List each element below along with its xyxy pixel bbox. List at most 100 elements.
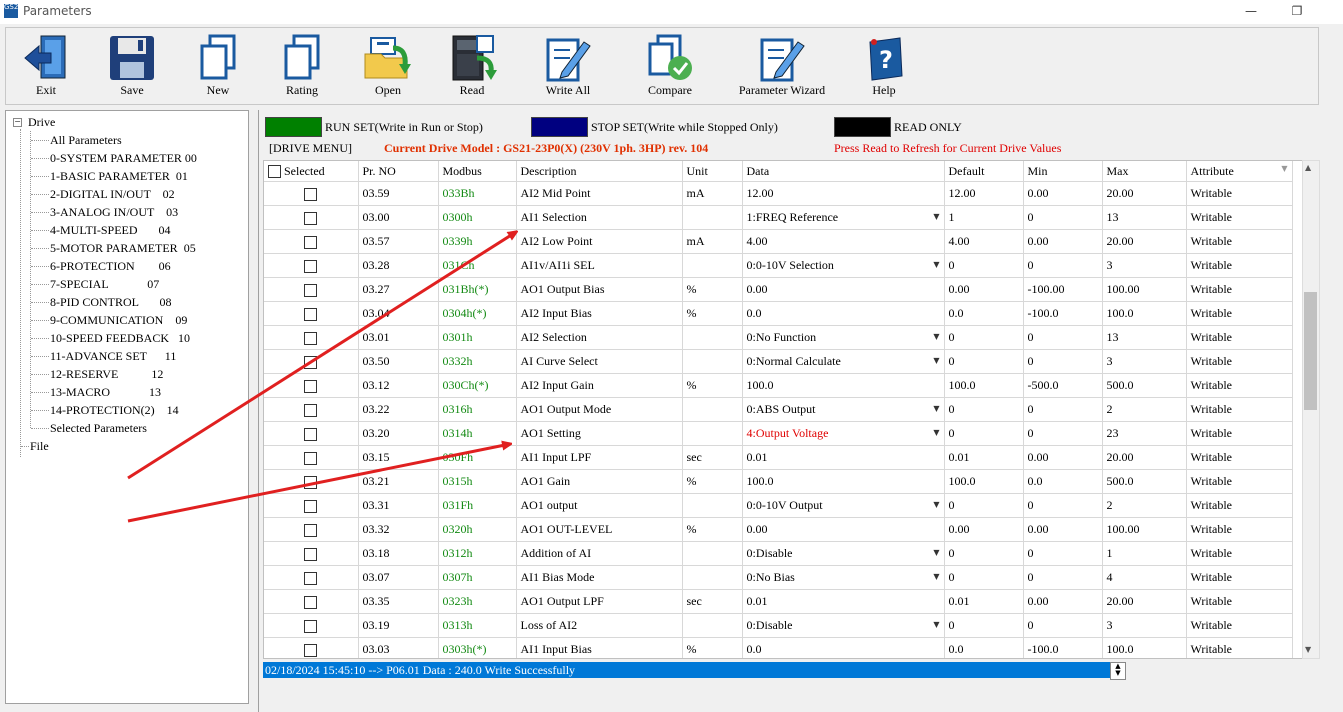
dropdown-arrow-icon[interactable]: ▼ bbox=[933, 212, 939, 221]
row-select-checkbox[interactable] bbox=[304, 283, 318, 297]
row-select-checkbox[interactable] bbox=[304, 379, 318, 393]
table-row[interactable]: 03.57 0339h AI2 Low Point mA 4.00 4.00 0.00 20.… bbox=[264, 229, 1293, 254]
minimize-button[interactable]: — bbox=[1228, 0, 1274, 24]
column-header[interactable]: Unit bbox=[682, 161, 743, 182]
tree-item[interactable]: 2-DIGITAL IN/OUT 02 bbox=[50, 185, 175, 203]
tree-item[interactable]: 9-COMMUNICATION 09 bbox=[50, 311, 187, 329]
help-button[interactable]: ? Help bbox=[848, 30, 920, 102]
row-select-checkbox[interactable] bbox=[304, 547, 318, 561]
row-select-checkbox[interactable] bbox=[304, 475, 318, 489]
column-header[interactable]: Default bbox=[944, 161, 1024, 182]
row-select-checkbox[interactable] bbox=[304, 619, 318, 633]
row-select-checkbox[interactable] bbox=[304, 403, 318, 417]
row-select-checkbox[interactable] bbox=[304, 331, 318, 345]
table-row[interactable]: 03.04 0304h(*) AI2 Input Bias% 0.0 0.0 -100.0… bbox=[264, 301, 1293, 326]
tree-toggle-drive[interactable]: − bbox=[13, 118, 22, 127]
table-row[interactable]: 03.32 0320h AO1 OUT-LEVEL% 0.00 0.00 0.00 100.… bbox=[264, 517, 1293, 542]
tree-item-drive[interactable]: Drive bbox=[28, 113, 55, 131]
new-button[interactable]: New bbox=[182, 30, 254, 102]
parameter-wizard-button[interactable]: Parameter Wizard bbox=[730, 30, 834, 102]
dropdown-arrow-icon[interactable]: ▼ bbox=[933, 332, 939, 341]
table-row[interactable]: 03.20 0314h AO1 Setting 4:Output Voltage ▼ 0 0… bbox=[264, 421, 1293, 446]
table-row[interactable]: 03.59 033Bh AI2 Mid Point mA 12.00 12.00 0.00 2… bbox=[264, 181, 1293, 206]
row-select-checkbox[interactable] bbox=[304, 643, 318, 657]
scroll-up-icon[interactable]: ▲ bbox=[1305, 163, 1311, 172]
data-cell[interactable]: 0:No Bias ▼ bbox=[742, 565, 945, 590]
column-header[interactable]: Data bbox=[742, 161, 945, 182]
data-cell[interactable]: 4.00 bbox=[742, 229, 945, 254]
vertical-scrollbar[interactable]: ▲ ▼ bbox=[1302, 160, 1320, 659]
sort-arrow-icon[interactable]: ▼ bbox=[1281, 164, 1287, 173]
dropdown-arrow-icon[interactable]: ▼ bbox=[933, 572, 939, 581]
restore-button[interactable]: ❐ bbox=[1274, 0, 1320, 24]
dropdown-arrow-icon[interactable]: ▼ bbox=[933, 428, 939, 437]
table-row[interactable]: 03.50 0332h AI Curve Select 0:Normal Calcul… bbox=[264, 349, 1293, 374]
row-select-checkbox[interactable] bbox=[304, 259, 318, 273]
row-select-checkbox[interactable] bbox=[304, 211, 318, 225]
dropdown-arrow-icon[interactable]: ▼ bbox=[933, 356, 939, 365]
table-row[interactable]: 03.31 031Fh AO1 output 0:0-10V Output ▼ 0 0 2 Wr… bbox=[264, 493, 1293, 518]
tree-item[interactable]: 8-PID CONTROL 08 bbox=[50, 293, 172, 311]
read-button[interactable]: Read bbox=[436, 30, 508, 102]
data-cell[interactable]: 0.0 bbox=[742, 301, 945, 326]
tree-item[interactable]: Selected Parameters bbox=[50, 419, 147, 437]
status-spinner[interactable]: ▲ ▼ bbox=[1110, 662, 1126, 680]
open-button[interactable]: Open bbox=[352, 30, 424, 102]
column-header[interactable]: Description bbox=[516, 161, 683, 182]
select-all-checkbox[interactable] bbox=[268, 165, 281, 179]
tree-item[interactable]: 14-PROTECTION(2) 14 bbox=[50, 401, 179, 419]
data-cell[interactable]: 0:Disable ▼ bbox=[742, 613, 945, 638]
row-select-checkbox[interactable] bbox=[304, 523, 318, 537]
table-row[interactable]: 03.21 0315h AO1 Gain% 100.0 100.0 0.0 500.0 Wri… bbox=[264, 469, 1293, 494]
data-cell[interactable]: 0.01 bbox=[742, 589, 945, 614]
column-header[interactable]: Selected bbox=[264, 161, 359, 182]
table-row[interactable]: 03.19 0313h Loss of AI2 0:Disable ▼ 0 0 3 Writab… bbox=[264, 613, 1293, 638]
tree-item[interactable]: 5-MOTOR PARAMETER 05 bbox=[50, 239, 196, 257]
table-row[interactable]: 03.22 0316h AO1 Output Mode 0:ABS Output ▼ 0 0… bbox=[264, 397, 1293, 422]
data-cell[interactable]: 0:0-10V Selection ▼ bbox=[742, 253, 945, 278]
tree-item[interactable]: 13-MACRO 13 bbox=[50, 383, 161, 401]
dropdown-arrow-icon[interactable]: ▼ bbox=[933, 620, 939, 629]
tree-item[interactable]: 11-ADVANCE SET 11 bbox=[50, 347, 176, 365]
data-cell[interactable]: 0:Disable ▼ bbox=[742, 541, 945, 566]
tree-item[interactable]: 0-SYSTEM PARAMETER 00 bbox=[50, 149, 197, 167]
column-header[interactable]: Min bbox=[1023, 161, 1103, 182]
data-cell[interactable]: 0.01 bbox=[742, 445, 945, 470]
data-cell[interactable]: 0:ABS Output ▼ bbox=[742, 397, 945, 422]
table-row[interactable]: 03.03 0303h(*) AI1 Input Bias% 0.0 0.0 -100.0… bbox=[264, 637, 1293, 658]
data-cell[interactable]: 0.00 bbox=[742, 517, 945, 542]
row-select-checkbox[interactable] bbox=[304, 307, 318, 321]
data-cell[interactable]: 4:Output Voltage ▼ bbox=[742, 421, 945, 446]
row-select-checkbox[interactable] bbox=[304, 451, 318, 465]
table-row[interactable]: 03.07 0307h AI1 Bias Mode 0:No Bias ▼ 0 0 4 Writ… bbox=[264, 565, 1293, 590]
data-cell[interactable]: 0:Normal Calculate ▼ bbox=[742, 349, 945, 374]
rating-button[interactable]: Rating bbox=[266, 30, 338, 102]
row-select-checkbox[interactable] bbox=[304, 571, 318, 585]
row-select-checkbox[interactable] bbox=[304, 499, 318, 513]
data-cell[interactable]: 100.0 bbox=[742, 373, 945, 398]
table-row[interactable]: 03.28 031Ch AI1v/AI1i SEL 0:0-10V Selection… bbox=[264, 253, 1293, 278]
table-row[interactable]: 03.00 0300h AI1 Selection 1:FREQ Reference ▼… bbox=[264, 205, 1293, 230]
compare-button[interactable]: Compare bbox=[634, 30, 706, 102]
table-row[interactable]: 03.27 031Bh(*) AO1 Output Bias% 0.00 0.00 -10… bbox=[264, 277, 1293, 302]
scroll-down-icon[interactable]: ▼ bbox=[1305, 645, 1311, 654]
exit-button[interactable]: Exit bbox=[10, 30, 82, 102]
tree-item[interactable]: 4-MULTI-SPEED 04 bbox=[50, 221, 171, 239]
dropdown-arrow-icon[interactable]: ▼ bbox=[933, 548, 939, 557]
table-row[interactable]: 03.12 030Ch(*) AI2 Input Gain% 100.0 100.0 -5… bbox=[264, 373, 1293, 398]
data-cell[interactable]: 0:No Function ▼ bbox=[742, 325, 945, 350]
column-header[interactable]: Max bbox=[1102, 161, 1187, 182]
data-cell[interactable]: 12.00 bbox=[742, 181, 945, 206]
row-select-checkbox[interactable] bbox=[304, 235, 318, 249]
data-cell[interactable]: 100.0 bbox=[742, 469, 945, 494]
table-row[interactable]: 03.18 0312h Addition of AI 0:Disable ▼ 0 0 1 Wri… bbox=[264, 541, 1293, 566]
scroll-thumb[interactable] bbox=[1304, 292, 1317, 410]
row-select-checkbox[interactable] bbox=[304, 595, 318, 609]
dropdown-arrow-icon[interactable]: ▼ bbox=[933, 260, 939, 269]
data-cell[interactable]: 0.0 bbox=[742, 637, 945, 658]
row-select-checkbox[interactable] bbox=[304, 427, 318, 441]
dropdown-arrow-icon[interactable]: ▼ bbox=[933, 404, 939, 413]
table-row[interactable]: 03.15 030Fh AI1 Input LPF sec 0.01 0.01 0.00 20… bbox=[264, 445, 1293, 470]
tree-item-file[interactable]: File bbox=[30, 437, 49, 455]
tree-item[interactable]: 7-SPECIAL 07 bbox=[50, 275, 159, 293]
